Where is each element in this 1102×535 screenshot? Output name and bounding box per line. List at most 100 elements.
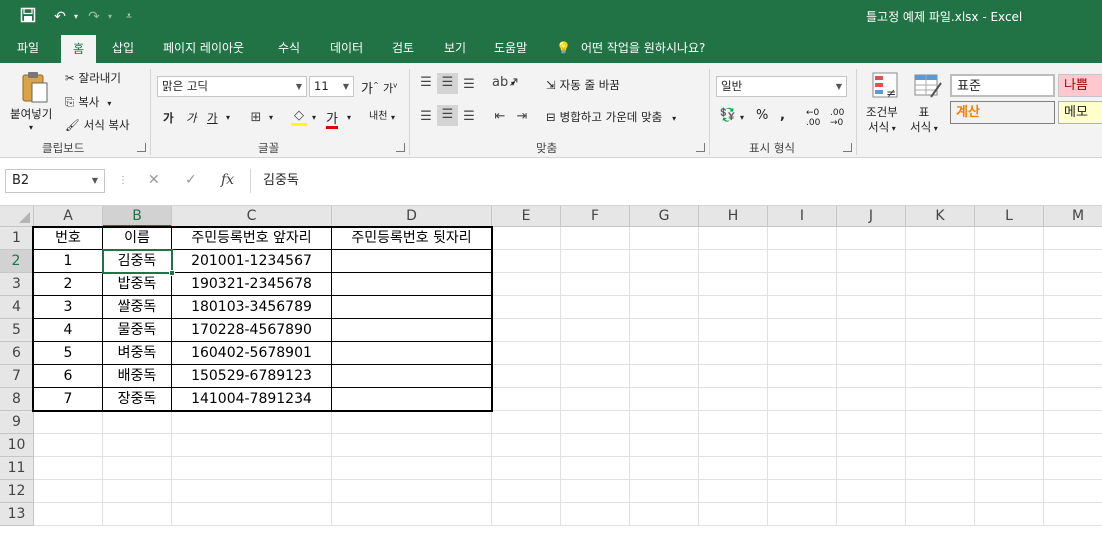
cell-k9[interactable] bbox=[906, 411, 975, 434]
cell-b6[interactable]: 벼중독 bbox=[103, 342, 172, 365]
cell-a11[interactable] bbox=[34, 457, 103, 480]
cell-j4[interactable] bbox=[837, 296, 906, 319]
tab-formulas[interactable]: 수식 bbox=[278, 33, 300, 63]
cancel-icon[interactable]: ✕ bbox=[148, 172, 160, 188]
cell-b11[interactable] bbox=[103, 457, 172, 480]
cell-m3[interactable] bbox=[1044, 273, 1102, 296]
cell-k11[interactable] bbox=[906, 457, 975, 480]
cell-i12[interactable] bbox=[768, 480, 837, 503]
cell-a7[interactable]: 6 bbox=[34, 365, 103, 388]
row-header-2[interactable]: 2 bbox=[0, 250, 34, 273]
cell-a12[interactable] bbox=[34, 480, 103, 503]
column-header-l[interactable]: L bbox=[975, 206, 1044, 227]
cell-a4[interactable]: 3 bbox=[34, 296, 103, 319]
cell-i2[interactable] bbox=[768, 250, 837, 273]
row-header-13[interactable]: 13 bbox=[0, 503, 34, 526]
row-header-6[interactable]: 6 bbox=[0, 342, 34, 365]
align-right-icon[interactable]: ☰ bbox=[461, 109, 477, 125]
cell-h8[interactable] bbox=[699, 388, 768, 411]
cell-j7[interactable] bbox=[837, 365, 906, 388]
tab-review[interactable]: 검토 bbox=[392, 33, 414, 63]
cell-i11[interactable] bbox=[768, 457, 837, 480]
cell-l1[interactable] bbox=[975, 227, 1044, 250]
cell-k1[interactable] bbox=[906, 227, 975, 250]
cell-h10[interactable] bbox=[699, 434, 768, 457]
cell-c13[interactable] bbox=[172, 503, 332, 526]
tell-me-box[interactable]: 💡 어떤 작업을 원하시나요? bbox=[556, 33, 705, 63]
cell-c11[interactable] bbox=[172, 457, 332, 480]
tab-file[interactable]: 파일 bbox=[17, 33, 39, 63]
cell-m9[interactable] bbox=[1044, 411, 1102, 434]
cell-k7[interactable] bbox=[906, 365, 975, 388]
cell-a3[interactable]: 2 bbox=[34, 273, 103, 296]
cell-k13[interactable] bbox=[906, 503, 975, 526]
format-table-icon[interactable] bbox=[913, 71, 943, 101]
orientation-dropdown-icon[interactable]: ▾ bbox=[511, 79, 515, 88]
conditional-format-icon[interactable]: ≠ bbox=[871, 71, 899, 101]
cell-m1[interactable] bbox=[1044, 227, 1102, 250]
row-header-4[interactable]: 4 bbox=[0, 296, 34, 319]
cell-b5[interactable]: 물중독 bbox=[103, 319, 172, 342]
cell-e10[interactable] bbox=[492, 434, 561, 457]
cell-a1[interactable]: 번호 bbox=[34, 227, 103, 250]
cell-f12[interactable] bbox=[561, 480, 630, 503]
cell-e8[interactable] bbox=[492, 388, 561, 411]
insert-function-icon[interactable]: fx bbox=[221, 172, 234, 188]
row-header-7[interactable]: 7 bbox=[0, 365, 34, 388]
undo-dropdown-icon[interactable]: ▾ bbox=[66, 7, 86, 27]
wrap-text-button[interactable]: ⇲ 자동 줄 바꿈 bbox=[546, 77, 620, 93]
cell-c6[interactable]: 160402-5678901 bbox=[172, 342, 332, 365]
tab-help[interactable]: 도움말 bbox=[494, 33, 527, 63]
row-header-1[interactable]: 1 bbox=[0, 227, 34, 250]
formula-input[interactable]: 김중독 bbox=[250, 169, 1102, 193]
column-header-j[interactable]: J bbox=[837, 206, 906, 227]
currency-dropdown-icon[interactable]: ▾ bbox=[740, 113, 744, 122]
conditional-format-button[interactable]: 조건부 서식 ▾ bbox=[866, 105, 898, 136]
customize-qat-icon[interactable]: ⩡ bbox=[119, 7, 139, 27]
cell-l13[interactable] bbox=[975, 503, 1044, 526]
currency-icon[interactable]: 💱 bbox=[719, 108, 737, 124]
cell-a10[interactable] bbox=[34, 434, 103, 457]
format-table-button[interactable]: 표 서식 ▾ bbox=[910, 105, 938, 136]
cell-d7[interactable] bbox=[332, 365, 492, 388]
cell-f8[interactable] bbox=[561, 388, 630, 411]
cell-h9[interactable] bbox=[699, 411, 768, 434]
column-header-h[interactable]: H bbox=[699, 206, 768, 227]
cell-j9[interactable] bbox=[837, 411, 906, 434]
cell-e11[interactable] bbox=[492, 457, 561, 480]
cell-m4[interactable] bbox=[1044, 296, 1102, 319]
cell-a8[interactable]: 7 bbox=[34, 388, 103, 411]
cell-l8[interactable] bbox=[975, 388, 1044, 411]
cell-g4[interactable] bbox=[630, 296, 699, 319]
cell-g11[interactable] bbox=[630, 457, 699, 480]
cell-b9[interactable] bbox=[103, 411, 172, 434]
cell-b4[interactable]: 쌀중독 bbox=[103, 296, 172, 319]
cell-c12[interactable] bbox=[172, 480, 332, 503]
paste-button[interactable]: 붙여넣기 bbox=[10, 106, 52, 122]
cell-i8[interactable] bbox=[768, 388, 837, 411]
cell-i4[interactable] bbox=[768, 296, 837, 319]
cell-h3[interactable] bbox=[699, 273, 768, 296]
cell-m12[interactable] bbox=[1044, 480, 1102, 503]
cell-j8[interactable] bbox=[837, 388, 906, 411]
cell-i13[interactable] bbox=[768, 503, 837, 526]
cell-b3[interactable]: 밥중독 bbox=[103, 273, 172, 296]
bold-button[interactable]: 가 bbox=[163, 110, 174, 126]
borders-dropdown-icon[interactable]: ▾ bbox=[269, 113, 273, 122]
cell-d9[interactable] bbox=[332, 411, 492, 434]
cell-c10[interactable] bbox=[172, 434, 332, 457]
column-header-b[interactable]: B bbox=[103, 206, 172, 227]
cell-d3[interactable] bbox=[332, 273, 492, 296]
cell-c7[interactable]: 150529-6789123 bbox=[172, 365, 332, 388]
align-left-icon[interactable]: ☰ bbox=[418, 109, 434, 125]
cell-f13[interactable] bbox=[561, 503, 630, 526]
underline-button[interactable]: 가 bbox=[207, 110, 218, 126]
cell-f10[interactable] bbox=[561, 434, 630, 457]
cell-l3[interactable] bbox=[975, 273, 1044, 296]
column-header-i[interactable]: I bbox=[768, 206, 837, 227]
cell-c8[interactable]: 141004-7891234 bbox=[172, 388, 332, 411]
cell-a13[interactable] bbox=[34, 503, 103, 526]
cell-b10[interactable] bbox=[103, 434, 172, 457]
cell-f3[interactable] bbox=[561, 273, 630, 296]
cell-c2[interactable]: 201001-1234567 bbox=[172, 250, 332, 273]
